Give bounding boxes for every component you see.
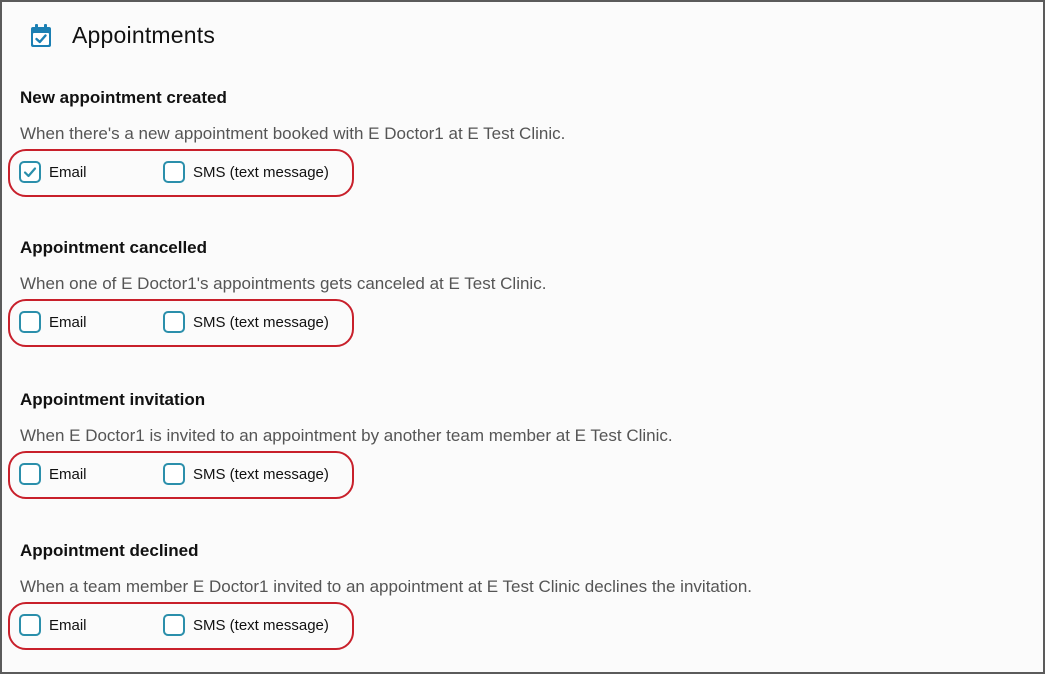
notification-section-appointment-declined: Appointment declined When a team member … (8, 541, 752, 650)
checkbox-box[interactable] (163, 463, 185, 485)
notification-options: Email SMS (text message) (8, 602, 354, 650)
page-title: Appointments (72, 22, 216, 48)
notification-section-appointment-invitation: Appointment invitation When E Doctor1 is… (8, 390, 673, 499)
sms-checkbox[interactable]: SMS (text message) (163, 463, 329, 485)
checkbox-box[interactable] (163, 614, 185, 636)
email-checkbox[interactable]: Email (19, 311, 87, 333)
appointments-panel: Appointments New appointment created Whe… (0, 0, 1045, 674)
section-title: Appointment invitation (20, 390, 206, 409)
sms-checkbox[interactable]: SMS (text message) (163, 161, 329, 183)
section-description: When one of E Doctor1's appointments get… (20, 274, 547, 293)
checkmark-icon (23, 167, 37, 178)
sms-label: SMS (text message) (193, 163, 329, 181)
section-description: When there's a new appointment booked wi… (20, 124, 566, 143)
checkbox-box[interactable] (163, 161, 185, 183)
notification-options: Email SMS (text message) (8, 149, 354, 197)
email-label: Email (49, 616, 87, 634)
section-title: New appointment created (20, 88, 227, 107)
checkbox-box[interactable] (19, 463, 41, 485)
checkbox-box[interactable] (163, 311, 185, 333)
sms-checkbox[interactable]: SMS (text message) (163, 614, 329, 636)
sms-checkbox[interactable]: SMS (text message) (163, 311, 329, 333)
email-checkbox[interactable]: Email (19, 463, 87, 485)
checkbox-box[interactable] (19, 311, 41, 333)
notification-section-appointment-cancelled: Appointment cancelled When one of E Doct… (8, 238, 546, 347)
email-label: Email (49, 163, 87, 181)
section-description: When a team member E Doctor1 invited to … (20, 577, 753, 596)
section-title: Appointment declined (20, 541, 199, 560)
email-label: Email (49, 465, 87, 483)
email-checkbox[interactable]: Email (19, 614, 87, 636)
section-description: When E Doctor1 is invited to an appointm… (20, 426, 673, 445)
checkbox-box[interactable] (19, 161, 41, 183)
sms-label: SMS (text message) (193, 616, 329, 634)
sms-label: SMS (text message) (193, 313, 329, 331)
notification-options: Email SMS (text message) (8, 299, 354, 347)
notification-section-new-appointment: New appointment created When there's a n… (8, 88, 565, 197)
sms-label: SMS (text message) (193, 465, 329, 483)
calendar-check-icon (31, 23, 51, 47)
panel-header: Appointments (30, 22, 215, 49)
section-title: Appointment cancelled (20, 238, 208, 257)
checkbox-box[interactable] (19, 614, 41, 636)
notification-options: Email SMS (text message) (8, 451, 354, 499)
email-label: Email (49, 313, 87, 331)
email-checkbox[interactable]: Email (19, 161, 87, 183)
